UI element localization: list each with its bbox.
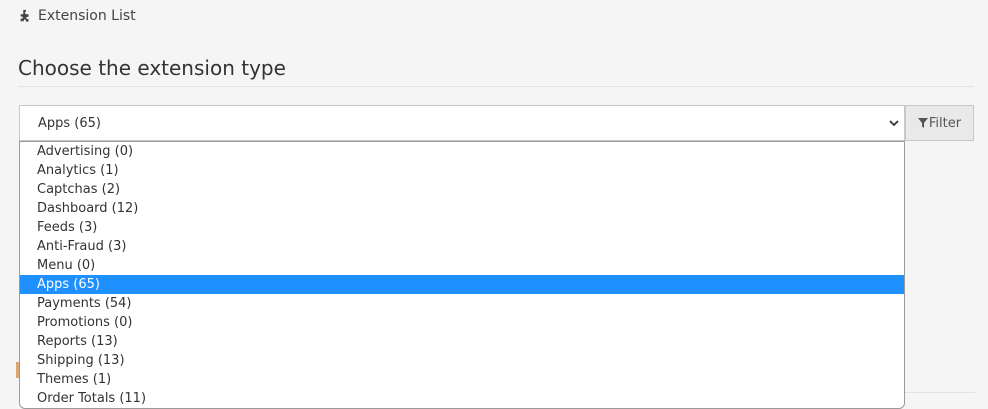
filter-button-label: Filter (928, 115, 962, 131)
dropdown-option[interactable]: Analytics (1) (20, 161, 904, 180)
extension-type-select[interactable]: Apps (65) (19, 105, 905, 141)
puzzle-icon (20, 9, 29, 22)
dropdown-option[interactable]: Shipping (13) (20, 351, 904, 370)
dropdown-option[interactable]: Dashboard (12) (20, 199, 904, 218)
breadcrumb: Extension List (18, 8, 136, 24)
filter-button[interactable]: Filter (905, 105, 974, 141)
dropdown-option[interactable]: Promotions (0) (20, 313, 904, 332)
select-value: Apps (65) (38, 116, 101, 131)
top-bar: Extension List (0, 0, 988, 36)
dropdown-option[interactable]: Feeds (3) (20, 218, 904, 237)
dropdown-option[interactable]: Captchas (2) (20, 180, 904, 199)
extension-type-dropdown[interactable]: Advertising (0) Analytics (1) Captchas (… (19, 141, 905, 409)
filter-icon (917, 118, 928, 128)
page-title: Choose the extension type (18, 56, 286, 80)
dropdown-option[interactable]: Order Totals (11) (20, 389, 904, 408)
breadcrumb-label: Extension List (38, 8, 136, 24)
divider (18, 86, 974, 87)
dropdown-option[interactable]: Payments (54) (20, 294, 904, 313)
chevron-down-icon (889, 120, 899, 127)
divider-lower (905, 392, 975, 393)
dropdown-option-selected[interactable]: Apps (65) (20, 275, 904, 294)
dropdown-option[interactable]: Reports (13) (20, 332, 904, 351)
dropdown-option[interactable]: Advertising (0) (20, 142, 904, 161)
dropdown-option[interactable]: Themes (1) (20, 370, 904, 389)
dropdown-option[interactable]: Menu (0) (20, 256, 904, 275)
dropdown-option[interactable]: Anti-Fraud (3) (20, 237, 904, 256)
